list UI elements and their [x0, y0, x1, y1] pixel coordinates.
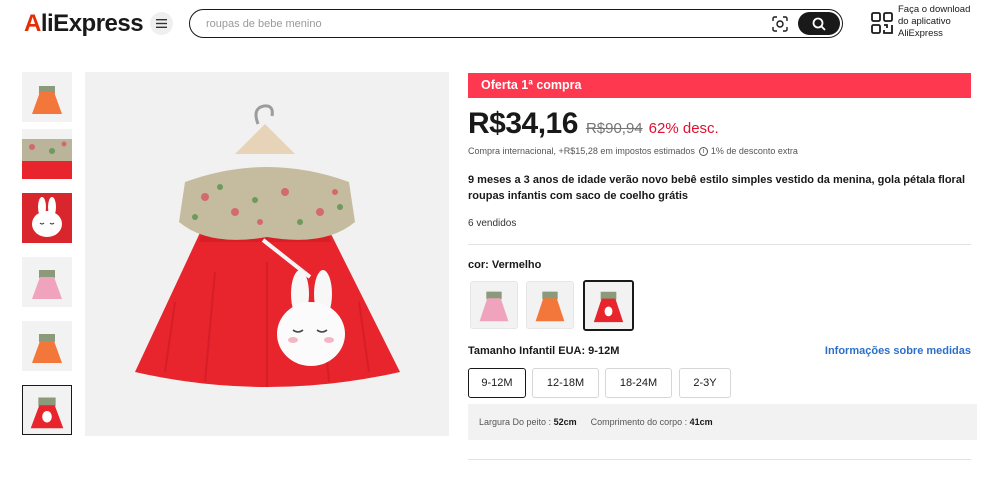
color-swatch-orange[interactable] — [526, 281, 574, 329]
qr-code-icon[interactable] — [871, 12, 893, 34]
app-download-link[interactable]: Faça o download do aplicativo AliExpress — [898, 4, 980, 40]
size-measurements: Largura Do peito : 52cm Comprimento do c… — [468, 404, 977, 440]
size-option-2-3y[interactable]: 2-3Y — [679, 368, 731, 398]
sold-count: 6 vendidos — [468, 218, 517, 229]
camera-search-icon[interactable] — [770, 14, 790, 34]
discount-percent: 62% desc. — [648, 120, 719, 137]
price-row: R$34,16 R$90,94 62% desc. — [468, 107, 719, 141]
thumbnail-bunny-bag[interactable] — [22, 193, 72, 243]
size-option-9-12m[interactable]: 9-12M — [468, 368, 526, 398]
top-header: AliExpress Faça o download do aplicativo… — [0, 0, 983, 48]
divider — [468, 459, 971, 460]
hamburger-icon[interactable] — [150, 12, 173, 35]
size-option-12-18m[interactable]: 12-18M — [532, 368, 599, 398]
divider — [468, 244, 971, 245]
search-icon — [812, 17, 826, 31]
current-price: R$34,16 — [468, 107, 578, 140]
color-swatch-red[interactable] — [583, 280, 634, 331]
thumbnail-red-dress[interactable] — [22, 385, 72, 435]
color-label: cor: Vermelho — [468, 259, 542, 271]
original-price: R$90,94 — [585, 120, 643, 137]
thumbnail-collar-closeup[interactable] — [22, 129, 72, 179]
thumbnail-orange-dress[interactable] — [22, 72, 72, 122]
tax-info: Compra internacional, +R$15,28 em impost… — [468, 146, 798, 156]
first-purchase-offer-banner: Oferta 1ª compra — [468, 73, 971, 98]
aliexpress-logo[interactable]: AliExpress — [24, 10, 144, 38]
size-info-link[interactable]: Informações sobre medidas — [825, 345, 971, 357]
thumbnail-pink-dress[interactable] — [22, 257, 72, 307]
thumbnail-orange-dress-2[interactable] — [22, 321, 72, 371]
color-swatch-pink[interactable] — [470, 281, 518, 329]
main-product-image[interactable] — [85, 72, 449, 436]
product-title: 9 meses a 3 anos de idade verão novo beb… — [468, 174, 966, 202]
info-icon[interactable]: i — [698, 146, 708, 156]
search-input[interactable] — [206, 15, 746, 33]
size-option-18-24m[interactable]: 18-24M — [605, 368, 672, 398]
red-dress-illustration — [85, 72, 449, 436]
search-bar — [189, 9, 843, 38]
search-button[interactable] — [798, 12, 840, 35]
size-label: Tamanho Infantil EUA: 9-12M — [468, 345, 620, 357]
